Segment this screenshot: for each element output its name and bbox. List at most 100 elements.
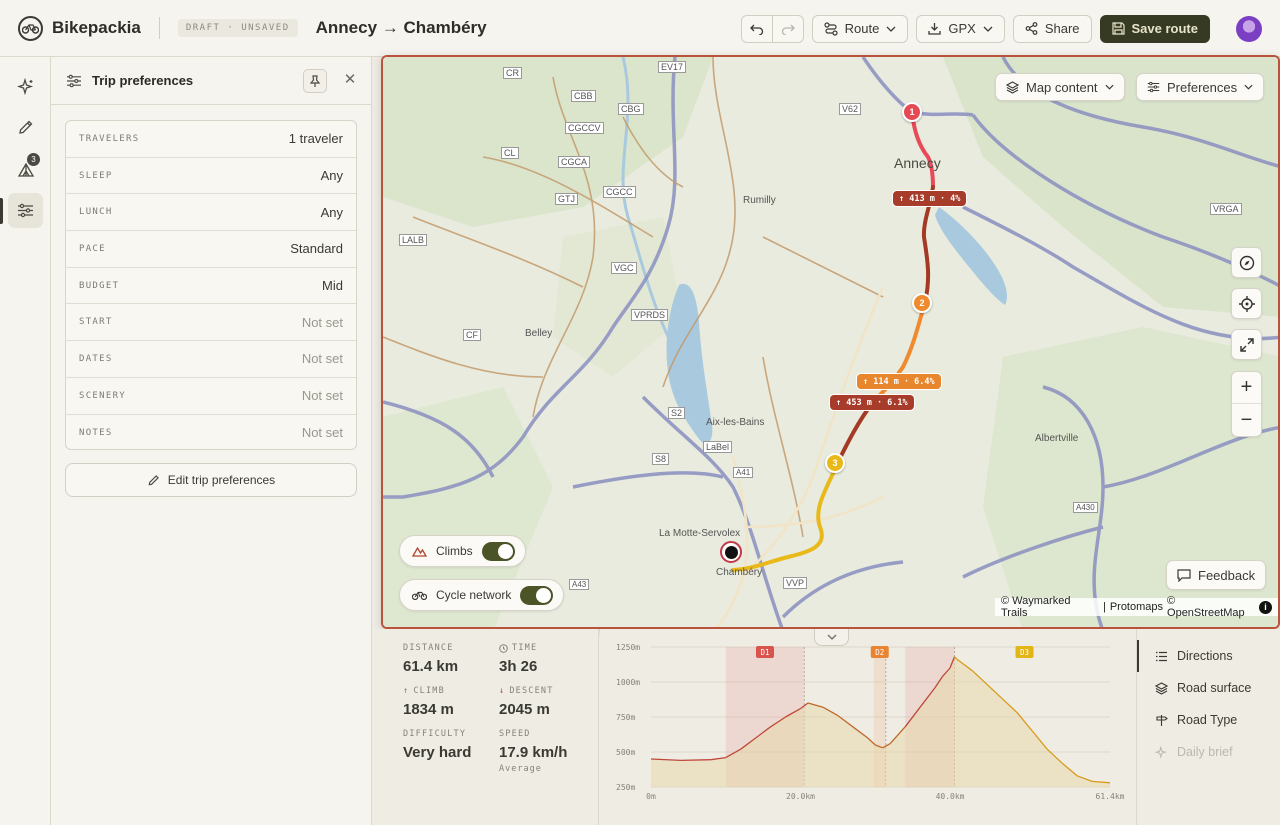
panel-title: Trip preferences <box>92 73 194 88</box>
map-route-ref: CGCA <box>558 156 591 168</box>
sparkles-icon <box>16 77 33 95</box>
attribution-waymarked[interactable]: © Waymarked Trails <box>1001 595 1099 619</box>
trip-title[interactable]: Annecy → Chambéry <box>316 18 487 38</box>
attribution-separator: | <box>1102 601 1106 613</box>
left-rail: 3 <box>0 57 51 825</box>
tab-daily-brief[interactable]: Daily brief <box>1137 736 1280 768</box>
rail-item-suggestions[interactable] <box>8 69 43 104</box>
tab-label: Road Type <box>1177 713 1238 727</box>
pref-row-lunch[interactable]: LUNCH Any <box>66 194 356 232</box>
rail-active-indicator <box>0 198 3 224</box>
map-content-dropdown[interactable]: Map content <box>995 73 1125 101</box>
zoom-in-button[interactable]: + <box>1232 372 1261 404</box>
elevation-chart[interactable]: 1250m 1000m 750m 500m 250m D1 D2 D3 0m 20.0km 40.0… <box>600 629 1136 825</box>
share-button[interactable]: Share <box>1012 14 1092 43</box>
attribution-osm[interactable]: © OpenStreetMap <box>1167 595 1255 619</box>
tab-label: Road surface <box>1177 681 1252 695</box>
map-route-ref: VVP <box>783 577 808 589</box>
map-route-ref: EV17 <box>658 61 687 73</box>
climb-label-3[interactable]: ↑ 453 m · 6.1% <box>829 394 915 411</box>
stat-difficulty: DIFFICULTY Very hard <box>403 729 471 761</box>
rail-item-edit[interactable] <box>8 110 43 145</box>
climb-marker-label: D3 <box>1020 648 1029 657</box>
tab-label: Directions <box>1177 649 1233 663</box>
chevron-down-icon <box>1244 84 1253 90</box>
fullscreen-button[interactable] <box>1231 329 1262 360</box>
feedback-button[interactable]: Feedback <box>1166 560 1267 590</box>
pref-row-scenery[interactable]: SCENERY Not set <box>66 378 356 415</box>
map-place-label: Albertville <box>1035 433 1079 444</box>
pref-value: Standard <box>290 241 343 257</box>
chevron-down-icon <box>983 26 993 32</box>
pref-value: Any <box>320 168 343 184</box>
layers-icon <box>1006 80 1019 94</box>
info-icon[interactable]: i <box>1259 600 1272 614</box>
save-route-button[interactable]: Save route <box>1099 14 1210 43</box>
edit-trip-preferences-label: Edit trip preferences <box>167 473 276 487</box>
cycle-network-toggle[interactable]: Cycle network <box>399 579 565 611</box>
tab-directions[interactable]: Directions <box>1137 640 1280 672</box>
route-end-marker[interactable] <box>720 541 742 563</box>
elevation-profile[interactable]: 1250m 1000m 750m 500m 250m D1 D2 D3 0m 20.0km 40.0… <box>600 629 1136 825</box>
climbs-switch[interactable] <box>481 541 515 561</box>
rail-item-camps[interactable]: 3 <box>8 152 43 187</box>
x-tick-label: 40.0km <box>936 792 965 801</box>
close-icon[interactable]: ✕ <box>342 71 358 88</box>
route-dropdown-button[interactable]: Route <box>811 14 909 43</box>
climb-label-2[interactable]: ↑ 114 m · 6.4% <box>856 373 942 390</box>
map-route-ref: CR <box>503 67 522 79</box>
map-route-ref: GTJ <box>555 193 578 205</box>
edit-trip-preferences-button[interactable]: Edit trip preferences <box>65 463 357 497</box>
app-logo[interactable]: Bikepackia <box>18 15 141 41</box>
pref-label: NOTES <box>79 427 113 438</box>
map-route-ref: CBG <box>618 103 644 115</box>
waypoint-marker-3[interactable]: 3 <box>825 453 845 473</box>
pref-row-budget[interactable]: BUDGET Mid <box>66 268 356 305</box>
tab-road-surface[interactable]: Road surface <box>1137 672 1280 704</box>
cycle-network-switch[interactable] <box>520 585 554 605</box>
waypoint-marker-1[interactable]: 1 <box>902 102 922 122</box>
stat-value: Very hard <box>403 744 472 761</box>
redo-icon <box>781 24 795 35</box>
pin-panel-button[interactable] <box>303 69 327 93</box>
collapse-panel-button[interactable] <box>814 629 849 646</box>
attribution-protomaps[interactable]: Protomaps <box>1110 601 1163 613</box>
map-place-label: Belley <box>525 328 553 339</box>
tab-road-type[interactable]: Road Type <box>1137 704 1280 736</box>
locate-button[interactable] <box>1231 288 1262 319</box>
pref-row-dates[interactable]: DATES Not set <box>66 341 356 378</box>
climb-label-1[interactable]: ↑ 413 m · 4% <box>892 190 968 207</box>
map-route-ref: A41 <box>733 467 754 478</box>
pref-value: Any <box>320 204 343 220</box>
chevron-down-icon <box>827 634 836 640</box>
map-preferences-dropdown[interactable]: Preferences <box>1136 73 1265 101</box>
clock-icon <box>499 643 508 653</box>
share-icon <box>1025 22 1038 35</box>
user-avatar[interactable] <box>1236 15 1262 42</box>
redo-button[interactable] <box>772 14 804 43</box>
compass-button[interactable] <box>1231 247 1262 278</box>
pref-row-sleep[interactable]: SLEEP Any <box>66 158 356 195</box>
zoom-controls: + − <box>1231 371 1262 437</box>
undo-button[interactable] <box>740 14 773 43</box>
map-place-label: Rumilly <box>743 195 776 206</box>
pref-row-notes[interactable]: NOTES Not set <box>66 415 356 450</box>
x-tick-label: 20.0km <box>786 792 815 801</box>
map-route-ref: V62 <box>839 103 862 115</box>
compass-icon <box>1239 255 1254 270</box>
route-map[interactable]: Annecy Rumilly Belley Aix-les-Bains La M… <box>381 55 1280 629</box>
pin-icon <box>309 74 321 87</box>
climbs-toggle[interactable]: Climbs <box>399 535 526 567</box>
gpx-dropdown-button[interactable]: GPX <box>916 14 1005 43</box>
stat-label: DISTANCE <box>403 643 454 653</box>
pref-row-pace[interactable]: PACE Standard <box>66 231 356 268</box>
rail-item-preferences[interactable] <box>8 193 43 228</box>
zoom-out-button[interactable]: − <box>1232 404 1261 436</box>
stat-value: 17.9 km/h <box>499 744 568 761</box>
pref-row-travelers[interactable]: TRAVELERS 1 traveler <box>66 121 356 158</box>
pref-row-start[interactable]: START Not set <box>66 304 356 342</box>
waypoint-marker-2[interactable]: 2 <box>912 293 932 313</box>
sparkles-icon <box>1155 745 1167 759</box>
map-route-ref: VRGA <box>1210 203 1242 215</box>
x-tick-label: 0m <box>646 792 656 801</box>
